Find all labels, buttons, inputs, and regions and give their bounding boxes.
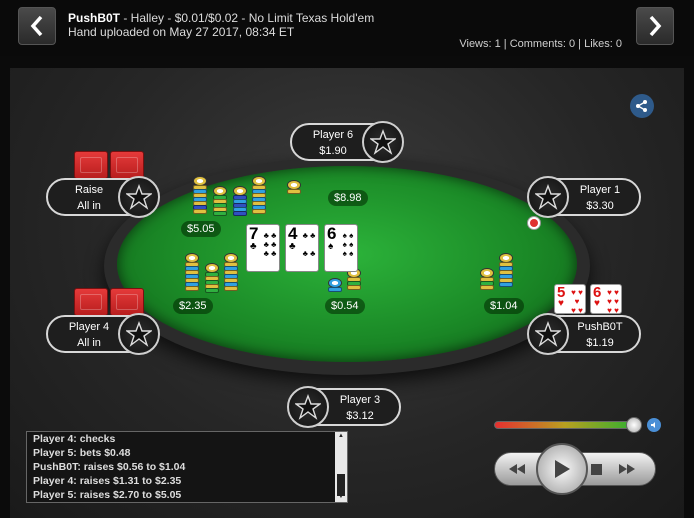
chip-stack (193, 176, 207, 214)
seat-stack: All in (77, 200, 101, 212)
board-card: 6 ♠ ♠ ♠ ♠ ♠ ♠ ♠ (324, 224, 358, 272)
fast-forward-icon (619, 464, 635, 474)
scroll-up-icon[interactable]: ▲ (338, 433, 344, 439)
action-log[interactable]: Player 4: checks Player 5: bets $0.48 Pu… (26, 431, 348, 503)
log-line: Player 4: raises $1.31 to $2.35 (33, 475, 182, 487)
rewind-button[interactable] (502, 460, 532, 478)
scroll-thumb[interactable] (337, 474, 345, 496)
card-suit: ♥ (594, 298, 600, 309)
chip-stack (328, 278, 342, 292)
chip-stack (213, 186, 227, 216)
board-card: 7 ♣ ♣ ♣ ♣ ♣ ♣ ♣ (246, 224, 280, 272)
log-line: Player 5: bets $0.48 (33, 447, 131, 459)
seat-player-4[interactable]: Player 4 All in (46, 313, 160, 355)
board-card: 4 ♣ ♣ ♣ ♣ ♣ (285, 224, 319, 272)
bet-amount: $1.04 (484, 298, 524, 314)
chevron-left-icon (30, 15, 43, 37)
stop-icon (590, 463, 602, 475)
chip-stack (185, 253, 199, 291)
chip-stack (252, 176, 266, 214)
seat-name: Player 6 (312, 129, 354, 141)
seat-stack: $3.12 (346, 410, 374, 422)
seat-hero[interactable]: PushB0T $1.19 (527, 313, 641, 355)
hero-card: 6 ♥ ♥ ♥ ♥ ♥ ♥ ♥ (590, 284, 622, 315)
card-back (74, 288, 108, 316)
speed-slider[interactable] (494, 421, 636, 429)
star-logo-icon (535, 184, 561, 210)
chip-stack (233, 186, 247, 216)
avatar (527, 176, 569, 218)
seat-name: Player 1 (579, 184, 621, 196)
seat-player-3[interactable]: Player 3 $3.12 (287, 386, 401, 428)
seat-name: Raise (74, 184, 104, 196)
star-logo-icon (535, 321, 561, 347)
bet-amount: $5.05 (181, 221, 221, 237)
avatar (362, 121, 404, 163)
avatar (118, 313, 160, 355)
card-suit: ♣ (250, 241, 257, 252)
share-button[interactable] (630, 94, 654, 118)
log-line: Player 4: checks (33, 433, 116, 445)
card-suit: ♥ (558, 298, 564, 309)
star-logo-icon (126, 184, 152, 210)
avatar (527, 313, 569, 355)
spade-pips-icon: ♠ ♠ ♠ ♠ ♠ ♠ (342, 231, 354, 258)
hand-info: - Halley - $0.01/$0.02 - No Limit Texas … (120, 11, 375, 25)
card-suit: ♣ (289, 241, 296, 252)
bet-amount: $8.98 (328, 190, 368, 206)
hand-stats: Views: 1 | Comments: 0 | Likes: 0 (459, 38, 622, 50)
seat-stack: All in (77, 337, 101, 349)
club-pips-icon: ♣ ♣ ♣ ♣ ♣ ♣ (263, 231, 277, 258)
seat-name: Player 3 (339, 394, 381, 406)
volume-icon[interactable] (647, 418, 661, 432)
stop-button[interactable] (586, 460, 606, 478)
log-line: PushB0T: raises $0.56 to $1.04 (33, 461, 186, 473)
seat-stack: $3.30 (586, 200, 614, 212)
prev-hand-button[interactable] (18, 7, 56, 45)
star-logo-icon (295, 394, 321, 420)
upload-date: Hand uploaded on May 27 2017, 08:34 ET (68, 25, 295, 39)
chip-stack (480, 268, 494, 290)
chip-stack (287, 180, 301, 194)
bet-amount: $2.35 (173, 298, 213, 314)
heart-pips-icon: ♥ ♥ ♥ ♥ ♥ ♥ (607, 288, 619, 315)
play-icon (555, 460, 570, 478)
fast-forward-button[interactable] (612, 460, 642, 478)
scroll-down-icon[interactable]: ▼ (338, 494, 344, 500)
chip-stack (499, 253, 513, 287)
card-back (74, 151, 108, 179)
rewind-icon (509, 464, 525, 474)
share-icon (636, 100, 647, 112)
star-logo-icon (126, 321, 152, 347)
play-button[interactable] (536, 443, 588, 495)
seat-name: PushB0T (577, 321, 623, 333)
dealer-button (527, 216, 541, 230)
heart-pips-icon: ♥ ♥ ♥ ♥ ♥ (571, 288, 583, 315)
card-suit: ♠ (328, 241, 334, 252)
seat-name: Player 4 (68, 321, 110, 333)
next-hand-button[interactable] (636, 7, 674, 45)
log-line: Player 5: raises $2.70 to $5.05 (33, 489, 182, 501)
seat-player-6[interactable]: Player 6 $1.90 (290, 121, 404, 163)
hero-card: 5 ♥ ♥ ♥ ♥ ♥ ♥ (554, 284, 586, 315)
avatar (287, 386, 329, 428)
chevron-right-icon (649, 15, 662, 37)
card-back (110, 151, 144, 179)
hero-name: PushB0T (68, 11, 121, 25)
log-scrollbar[interactable]: ▲ ▼ (335, 432, 347, 502)
chip-stack (205, 263, 219, 293)
card-back (110, 288, 144, 316)
hand-header: PushB0T - Halley - $0.01/$0.02 - No Limi… (0, 0, 694, 56)
star-logo-icon (370, 129, 396, 155)
speed-slider-knob[interactable] (626, 417, 642, 433)
seat-stack: $1.90 (319, 145, 347, 157)
chip-stack (224, 253, 238, 291)
seat-raise[interactable]: Raise All in (46, 176, 160, 218)
hand-title: PushB0T - Halley - $0.01/$0.02 - No Limi… (68, 11, 374, 25)
club-pips-icon: ♣ ♣ ♣ ♣ (302, 231, 316, 258)
avatar (118, 176, 160, 218)
pot-amount: $0.54 (325, 298, 365, 314)
seat-player-1[interactable]: Player 1 $3.30 (527, 176, 641, 218)
seat-stack: $1.19 (586, 337, 614, 349)
